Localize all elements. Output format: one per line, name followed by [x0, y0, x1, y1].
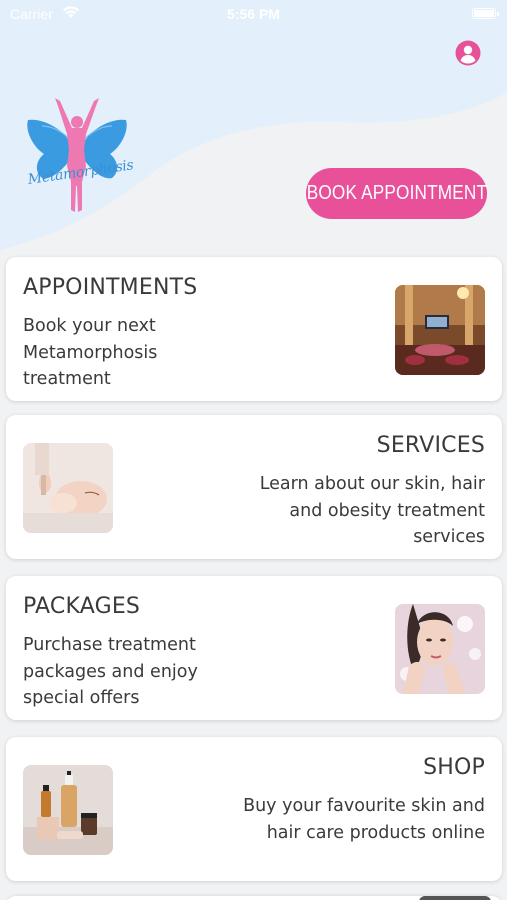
card-description: Purchase treatment packages and enjoy sp… — [23, 635, 198, 708]
status-bar: Carrier 5:56 PM — [0, 0, 507, 28]
card-next-thumb — [419, 896, 491, 900]
card-title: PACKAGES — [23, 594, 141, 619]
card-description: Buy your favourite skin and hair care pr… — [243, 796, 485, 843]
card-description: Learn about our skin, hair and obesity t… — [259, 474, 485, 547]
header-hero: Carrier 5:56 PM Metamorphosis BOOK APPOI… — [0, 0, 507, 255]
card-title: SHOP — [423, 755, 485, 780]
user-profile-icon[interactable] — [455, 40, 481, 66]
card-appointments[interactable]: APPOINTMENTS Book your next Metamorphosi… — [6, 257, 502, 401]
status-time: 5:56 PM — [227, 6, 280, 22]
card-title: SERVICES — [376, 433, 485, 458]
woman-portrait-image — [395, 604, 485, 694]
card-title: APPOINTMENTS — [23, 275, 198, 300]
card-shop[interactable]: SHOP Buy your favourite skin and hair ca… — [6, 737, 502, 881]
facial-treatment-image — [23, 443, 113, 533]
card-packages[interactable]: PACKAGES Purchase treatment packages and… — [6, 576, 502, 720]
card-description: Book your next Metamorphosis treatment — [23, 316, 158, 389]
clinic-interior-image — [395, 285, 485, 375]
card-next-partial — [6, 896, 502, 900]
battery-icon — [472, 8, 499, 19]
book-appointment-button[interactable]: BOOK APPOINTMENT — [306, 168, 487, 219]
butterfly-logo — [27, 98, 127, 212]
card-services[interactable]: SERVICES Learn about our skin, hair and … — [6, 415, 502, 559]
skincare-bottles-image — [23, 765, 113, 855]
book-appointment-label: BOOK APPOINTMENT — [306, 182, 487, 204]
